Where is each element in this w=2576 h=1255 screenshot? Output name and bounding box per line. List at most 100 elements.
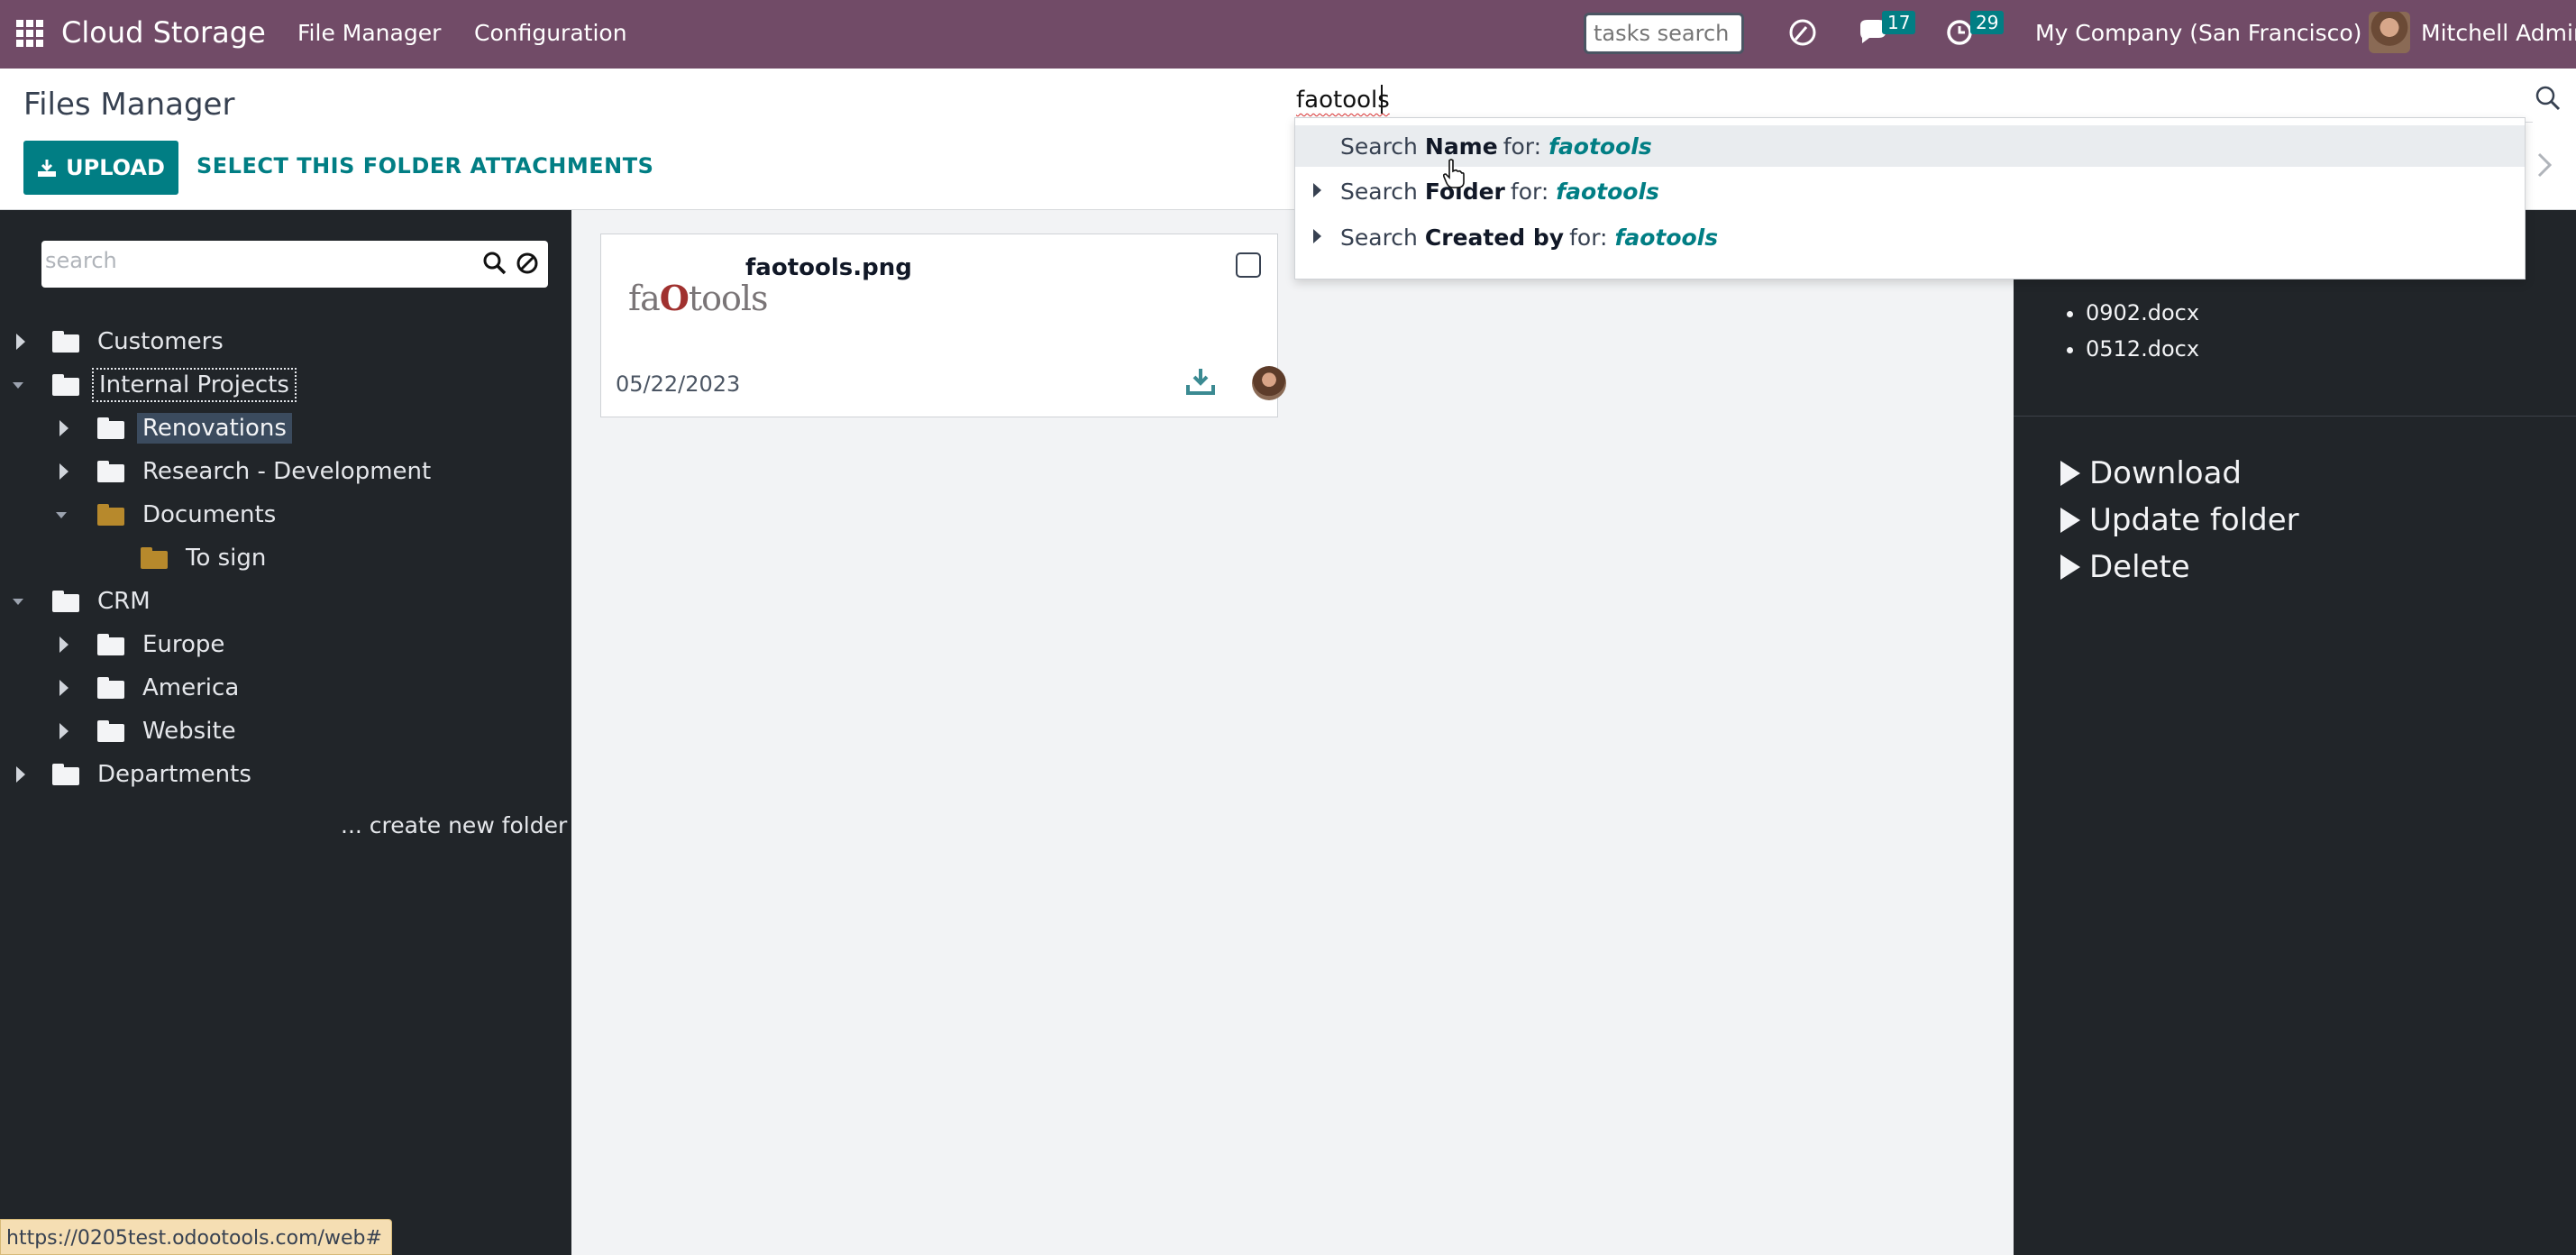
page-title: Files Manager: [23, 87, 235, 123]
text-caret: [1381, 85, 1383, 114]
user-avatar[interactable]: [2369, 12, 2410, 53]
folder-icon: [97, 504, 124, 526]
ac-for: for:: [1510, 178, 1549, 205]
ac-for: for:: [1569, 224, 1608, 251]
file-card[interactable]: faOtools faotools.png 05/22/2023: [600, 234, 1286, 417]
folder-node-crm[interactable]: CRM: [0, 583, 156, 619]
ac-prefix: Search: [1340, 133, 1418, 160]
ac-term: faotools: [1614, 224, 1719, 251]
update-folder-action[interactable]: Update folder: [2060, 502, 2299, 538]
folder-node-research-development[interactable]: Research - Development: [0, 453, 436, 490]
ac-prefix: Search: [1340, 224, 1418, 251]
upload-button[interactable]: UPLOAD: [23, 141, 178, 195]
ac-prefix: Search: [1340, 178, 1418, 205]
search-icon[interactable]: [483, 252, 507, 279]
tasks-search-input[interactable]: [1584, 13, 1744, 54]
top-navbar: Cloud Storage File Manager Configuration…: [0, 0, 2576, 69]
ac-for: for:: [1503, 133, 1542, 160]
folder-label: Internal Projects: [92, 368, 297, 402]
folder-node-to-sign[interactable]: To sign: [0, 540, 271, 576]
expand-arrow-icon[interactable]: [59, 420, 69, 436]
status-bar-url: https://0205test.odootools.com/web#: [0, 1219, 392, 1255]
expand-caret-icon[interactable]: [1313, 229, 1321, 243]
collapse-arrow-icon[interactable]: [13, 599, 23, 605]
folder-icon: [97, 720, 124, 742]
selected-files-list: 0902.docx 0512.docx: [2086, 300, 2199, 372]
folder-search-field[interactable]: search: [41, 241, 548, 288]
folder-icon: [52, 764, 79, 785]
folder-label: Europe: [142, 631, 225, 658]
folder-node-customers[interactable]: Customers: [0, 324, 229, 360]
play-arrow-icon: [2060, 461, 2080, 486]
folder-node-europe[interactable]: Europe: [0, 627, 230, 663]
search-autocomplete: Search Name for: faotools Search Folder …: [1294, 117, 2526, 279]
company-switcher[interactable]: My Company (San Francisco): [2035, 20, 2361, 46]
folder-icon: [97, 634, 124, 655]
play-arrow-icon: [2060, 508, 2080, 533]
file-select-checkbox[interactable]: [1236, 252, 1261, 278]
menu-file-manager[interactable]: File Manager: [297, 20, 441, 46]
folder-node-departments[interactable]: Departments: [0, 756, 257, 792]
user-menu[interactable]: Mitchell Admin: [2421, 20, 2576, 46]
action-label: Download: [2089, 455, 2243, 491]
expand-arrow-icon[interactable]: [16, 766, 25, 783]
selected-file-item: 0512.docx: [2086, 336, 2199, 362]
folder-label: Customers: [97, 328, 224, 355]
search-input-value: faotools: [1296, 87, 1390, 114]
ac-term: faotools: [1556, 178, 1659, 205]
collapse-arrow-icon[interactable]: [56, 512, 67, 518]
autocomplete-item-name[interactable]: Search Name for: faotools: [1295, 125, 2525, 167]
expand-arrow-icon[interactable]: [59, 637, 69, 653]
collapse-arrow-icon[interactable]: [13, 382, 23, 389]
folder-icon: [97, 461, 124, 482]
clear-search-icon[interactable]: [516, 252, 539, 279]
activities-icon[interactable]: 29: [1945, 11, 2005, 52]
activities-badge: 29: [1970, 11, 2005, 34]
app-menu-icon[interactable]: [16, 20, 43, 47]
autocomplete-item-created-by[interactable]: Search Created by for: faotools: [1295, 216, 2525, 258]
folder-node-documents[interactable]: Documents: [0, 497, 281, 533]
thumbnail-text: fa: [628, 279, 661, 318]
expand-arrow-icon[interactable]: [59, 723, 69, 739]
folder-node-america[interactable]: America: [0, 670, 244, 706]
expand-caret-icon[interactable]: [1313, 183, 1321, 197]
expand-arrow-icon[interactable]: [16, 334, 25, 350]
selected-file-item: 0902.docx: [2086, 300, 2199, 325]
messages-icon[interactable]: 17: [1857, 11, 1916, 52]
file-date: 05/22/2023: [616, 371, 741, 397]
expand-arrow-icon[interactable]: [59, 680, 69, 696]
messages-badge: 17: [1882, 11, 1916, 34]
folder-label: Research - Development: [142, 458, 432, 485]
folder-search-input[interactable]: search: [45, 248, 117, 273]
app-brand[interactable]: Cloud Storage: [61, 15, 266, 50]
ac-field: Created by: [1424, 224, 1565, 251]
folder-icon: [97, 417, 124, 439]
download-action[interactable]: Download: [2060, 455, 2242, 491]
folder-node-renovations[interactable]: Renovations: [0, 410, 292, 446]
file-name[interactable]: faotools.png: [745, 254, 912, 281]
folder-label: Documents: [142, 501, 277, 528]
pager-next-icon[interactable]: [2535, 151, 2554, 186]
refresh-icon[interactable]: [1786, 16, 1819, 52]
folder-icon: [52, 591, 79, 612]
files-area: faOtools faotools.png 05/22/2023: [571, 210, 2014, 1255]
folder-node-internal-projects[interactable]: Internal Projects: [0, 367, 297, 403]
expand-arrow-icon[interactable]: [59, 463, 69, 480]
create-new-folder-link[interactable]: ... create new folder: [341, 812, 567, 838]
select-folder-attachments-button[interactable]: SELECT THIS FOLDER ATTACHMENTS: [196, 153, 653, 179]
ac-term: faotools: [1548, 133, 1652, 160]
thumbnail-text: O: [659, 278, 690, 318]
selection-panel: 0902.docx 0512.docx Download Update fold…: [2014, 210, 2576, 1255]
autocomplete-item-folder[interactable]: Search Folder for: faotools: [1295, 170, 2525, 212]
folder-label: To sign: [186, 545, 267, 572]
file-thumbnail[interactable]: faOtools: [628, 278, 769, 318]
download-icon[interactable]: [1185, 366, 1216, 400]
folder-node-website[interactable]: Website: [0, 713, 242, 749]
delete-action[interactable]: Delete: [2060, 549, 2190, 585]
action-label: Update folder: [2089, 502, 2299, 538]
divider: [2014, 416, 2576, 417]
upload-button-label: UPLOAD: [66, 155, 165, 180]
thumbnail-text: tools: [688, 279, 769, 318]
menu-configuration[interactable]: Configuration: [474, 20, 627, 46]
search-icon[interactable]: [2535, 85, 2562, 115]
